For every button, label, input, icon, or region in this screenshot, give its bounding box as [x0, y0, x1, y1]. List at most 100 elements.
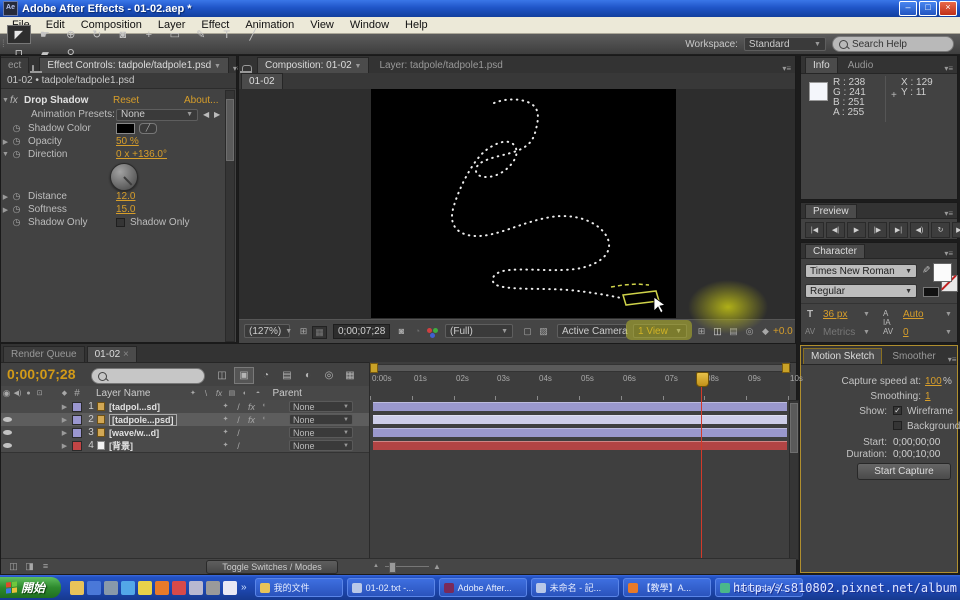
table-row[interactable]: ▶3[wave/w...d]✦/None▼ — [1, 426, 369, 440]
effects-switch[interactable] — [245, 428, 258, 438]
label-color-chip[interactable] — [72, 441, 82, 451]
smoothing-value[interactable]: 1 — [925, 391, 931, 402]
effects-switch[interactable]: fx — [245, 402, 258, 412]
menu-window[interactable]: Window — [342, 18, 397, 32]
layer-name[interactable]: [tadpol...sd] — [109, 402, 160, 412]
collapse-switch[interactable]: ✦ — [219, 441, 232, 451]
table-row[interactable]: ▶2[tadpole...psd]✦/fx◐None▼ — [1, 413, 369, 427]
quality-switch[interactable]: / — [232, 415, 245, 425]
snapshot-icon[interactable]: ◙ — [395, 326, 408, 336]
expander-icon[interactable]: ▼ — [1, 151, 10, 158]
media-icon[interactable] — [172, 581, 186, 595]
playhead-line[interactable] — [701, 384, 702, 558]
animation-presets-dropdown[interactable]: None▼ — [116, 109, 198, 121]
flowchart-icon[interactable]: ◎ — [743, 326, 756, 337]
parent-dropdown[interactable]: None▼ — [289, 414, 353, 425]
scrollbar[interactable] — [225, 90, 235, 342]
visibility-toggle[interactable] — [1, 443, 14, 448]
last-frame-button[interactable]: ▶| — [889, 222, 908, 238]
timeline-scrollbar[interactable] — [789, 400, 799, 560]
work-area-bar[interactable] — [370, 364, 791, 372]
pan-behind-tool[interactable]: + — [137, 25, 161, 44]
start-button[interactable]: 開始 — [0, 577, 61, 598]
word-icon[interactable] — [104, 581, 118, 595]
parent-dropdown[interactable]: None▼ — [289, 427, 353, 438]
parent-dropdown[interactable]: None▼ — [289, 401, 353, 412]
expander-icon[interactable]: ▶ — [60, 442, 69, 450]
expand-transfer-controls-icon[interactable]: ◨ — [23, 561, 36, 572]
camera-icon[interactable] — [206, 581, 220, 595]
timeline-timecode[interactable]: 0;00;07;28 — [7, 366, 76, 382]
font-style-dropdown[interactable]: Regular▼ — [805, 284, 917, 298]
brush-tool[interactable]: ╱ — [241, 25, 265, 44]
stopwatch-icon[interactable]: ◷ — [10, 217, 23, 228]
toggle-switches-modes-button[interactable]: Toggle Switches / Modes — [206, 560, 338, 574]
font-size-value[interactable]: 36 px — [823, 309, 847, 320]
menu-help[interactable]: Help — [397, 18, 436, 32]
tab-character[interactable]: Character — [805, 244, 865, 258]
quality-switch[interactable]: / — [232, 402, 245, 412]
resolution-dropdown[interactable]: (Full)▼ — [445, 324, 513, 338]
unified-camera-tool[interactable]: ◙ — [111, 25, 135, 44]
show-channels-icon[interactable] — [427, 328, 432, 333]
panel-menu-icon[interactable]: ▾≡ — [940, 249, 957, 258]
zoom-in-mountain-icon[interactable]: ▲ — [433, 562, 441, 571]
close-button[interactable]: × — [939, 1, 957, 16]
draft-3d-icon[interactable]: ▣ — [234, 367, 254, 384]
motion-blur-switch[interactable] — [258, 428, 271, 438]
stopwatch-icon[interactable]: ◷ — [10, 191, 23, 202]
channel-grid-icon[interactable]: ▦ — [312, 326, 327, 339]
font-family-dropdown[interactable]: Times New Roman▼ — [805, 264, 917, 278]
zoom-tool[interactable]: ⊕ — [59, 25, 83, 44]
selection-tool[interactable]: ◤ — [7, 25, 31, 44]
tracking-value[interactable]: 0 — [903, 327, 909, 338]
tab-motion-sketch[interactable]: Motion Sketch — [803, 348, 882, 364]
zoom-slider-thumb[interactable] — [389, 562, 396, 573]
taskbar-button[interactable]: 01-02.txt -... — [347, 578, 435, 597]
tab-smoother[interactable]: Smoother — [884, 348, 943, 364]
prev-preset-icon[interactable]: ◀ — [203, 110, 209, 119]
panel-menu-icon[interactable]: ▾≡ — [944, 355, 960, 364]
mask-shape-tool[interactable]: ▭ — [163, 25, 187, 44]
firefox-icon[interactable] — [155, 581, 169, 595]
shadow-color-swatch[interactable] — [116, 123, 135, 134]
grid-guides-icon[interactable]: ⊞ — [695, 326, 708, 337]
reset-link[interactable]: Reset — [113, 95, 139, 106]
tab-effect-controls[interactable]: Effect Controls: tadpole/tadpole1.psd ▼ — [39, 57, 229, 73]
tab-timeline-comp[interactable]: 01-02 × — [87, 346, 137, 362]
tab-layer[interactable]: Layer: tadpole/tadpole1.psd — [371, 57, 510, 73]
taskbar-button[interactable]: 未命名 - 記... — [531, 578, 619, 597]
lock-icon[interactable] — [32, 65, 34, 72]
tab-audio[interactable]: Audio — [840, 57, 882, 73]
chevron-down-icon[interactable]: ▼ — [945, 311, 952, 318]
next-preset-icon[interactable]: ▶ — [214, 110, 220, 119]
expander-icon[interactable]: ▶ — [1, 193, 10, 201]
workspace-dropdown[interactable]: Standard▼ — [744, 37, 826, 51]
parent-dropdown[interactable]: None▼ — [289, 440, 353, 451]
effects-switch[interactable] — [245, 441, 258, 451]
direction-dial[interactable] — [110, 163, 138, 191]
expander-icon[interactable]: ▶ — [60, 429, 69, 437]
taskbar-button[interactable]: 我的文件 — [255, 578, 343, 597]
chevron-down-icon[interactable]: ▼ — [863, 311, 870, 318]
safe-zones-icon[interactable]: ⊞ — [297, 326, 310, 337]
vb-icon[interactable] — [223, 581, 237, 595]
frame-blend-icon[interactable]: ▤ — [278, 368, 296, 383]
composition-view[interactable] — [371, 89, 676, 318]
auto-keyframe-icon[interactable]: ◎ — [320, 368, 338, 383]
panel-menu-icon[interactable]: ▾≡ — [940, 209, 957, 218]
motion-blur-switch[interactable]: ◐ — [258, 402, 271, 412]
rotation-tool[interactable]: ↻ — [85, 25, 109, 44]
visibility-toggle[interactable] — [1, 430, 14, 435]
stopwatch-icon[interactable]: ◷ — [10, 136, 23, 147]
layer-name[interactable]: [tadpole...psd] — [109, 414, 177, 426]
layer-name[interactable]: [wave/w...d] — [109, 428, 159, 438]
region-of-interest-icon[interactable]: ▢ — [521, 326, 534, 337]
motion-blur-switch[interactable] — [258, 441, 271, 451]
close-icon[interactable]: × — [123, 349, 129, 360]
ie-icon[interactable] — [121, 581, 135, 595]
chevron-down-icon[interactable]: ▼ — [863, 329, 870, 336]
mail-icon[interactable] — [189, 581, 203, 595]
motion-blur-icon[interactable]: ◐ — [299, 368, 317, 383]
expander-icon[interactable]: ▶ — [60, 416, 69, 424]
